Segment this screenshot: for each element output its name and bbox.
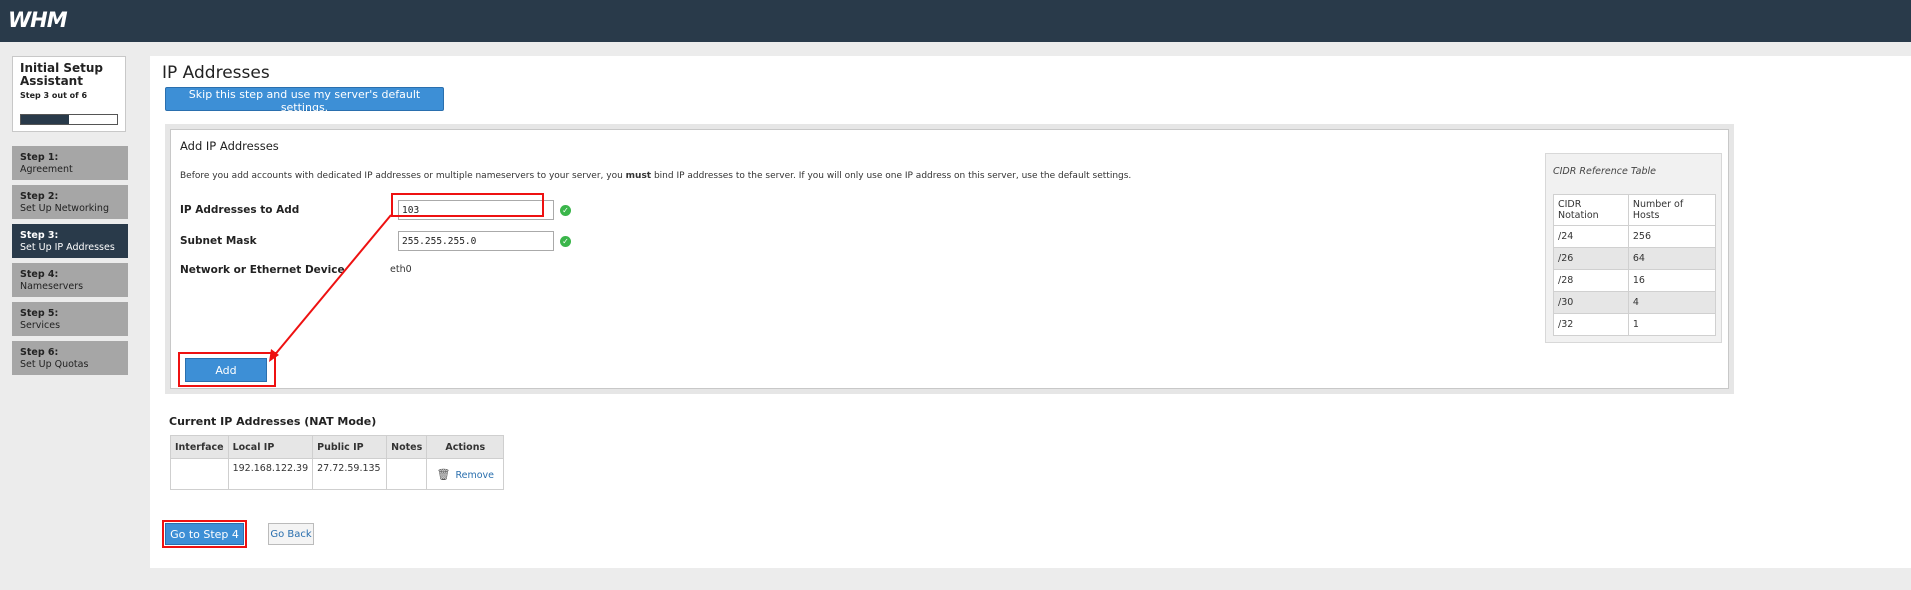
network-device-label: Network or Ethernet Device <box>180 264 345 276</box>
step-number: Step 5: <box>20 308 59 319</box>
add-ip-description: Before you add accounts with dedicated I… <box>180 171 1131 181</box>
cell-interface <box>170 458 229 490</box>
current-ip-table: Interface Local IP Public IP Notes Actio… <box>170 435 505 490</box>
current-ip-title: Current IP Addresses (NAT Mode) <box>169 415 377 428</box>
header-local-ip: Local IP <box>227 435 314 459</box>
network-device-value: eth0 <box>390 264 412 275</box>
go-to-step-4-button[interactable]: Go to Step 4 <box>165 523 244 545</box>
table-row: /28 16 <box>1553 269 1717 292</box>
cidr-hosts: 4 <box>1627 291 1717 314</box>
step-number: Step 2: <box>20 191 59 202</box>
trash-icon: 🗑 <box>436 467 451 481</box>
table-row: /24 256 <box>1553 225 1717 248</box>
step-number: Step 6: <box>20 347 59 358</box>
step-label: Nameservers <box>20 281 84 292</box>
header-notes: Notes <box>386 435 428 459</box>
sidebar-step-2[interactable]: Step 2: Set Up Networking <box>12 185 128 219</box>
page-title: IP Addresses <box>162 63 270 83</box>
cidr-hosts: 256 <box>1627 225 1717 248</box>
cidr-notation: /28 <box>1553 269 1629 292</box>
cidr-reference-table: CIDR Reference Table CIDR Notation Numbe… <box>1545 153 1722 343</box>
step-number: Step 3: <box>20 230 59 241</box>
annotation-arrow <box>269 214 392 362</box>
wizard-progress-fill <box>21 115 69 124</box>
ip-addresses-input[interactable] <box>398 200 554 220</box>
step-label: Set Up IP Addresses <box>20 242 115 253</box>
step-label: Set Up Networking <box>20 203 109 214</box>
cell-actions: 🗑 Remove <box>426 458 505 490</box>
go-back-button[interactable]: Go Back <box>268 523 314 545</box>
top-bar: WHM <box>0 0 1911 42</box>
sidebar-step-1[interactable]: Step 1: Agreement <box>12 146 128 180</box>
header-public-ip: Public IP <box>312 435 388 459</box>
cidr-header-hosts: Number of Hosts <box>1627 194 1717 226</box>
add-ip-panel-title: Add IP Addresses <box>180 139 279 153</box>
desc-text-after: bind IP addresses to the server. If you … <box>651 171 1132 181</box>
cidr-notation: /30 <box>1553 291 1629 314</box>
remove-label: Remove <box>455 469 495 481</box>
remove-link[interactable]: 🗑 Remove <box>436 467 495 481</box>
cidr-notation: /26 <box>1553 247 1629 270</box>
desc-text-bold: must <box>625 171 652 181</box>
wizard-title: Initial Setup Assistant <box>20 61 104 88</box>
cidr-hosts: 1 <box>1627 313 1717 336</box>
ip-table-header-row: Interface Local IP Public IP Notes Actio… <box>170 435 505 459</box>
sidebar-step-4[interactable]: Step 4: Nameservers <box>12 263 128 297</box>
desc-text-before: Before you add accounts with dedicated I… <box>180 171 626 181</box>
table-row: /26 64 <box>1553 247 1717 270</box>
step-number: Step 1: <box>20 152 59 163</box>
step-label: Services <box>20 320 61 331</box>
sidebar-step-3[interactable]: Step 3: Set Up IP Addresses <box>12 224 128 258</box>
add-ip-panel-inner: Add IP Addresses Before you add accounts… <box>170 129 1729 389</box>
cidr-hosts: 64 <box>1627 247 1717 270</box>
table-row: /30 4 <box>1553 291 1717 314</box>
sidebar-step-6[interactable]: Step 6: Set Up Quotas <box>12 341 128 375</box>
ip-valid-check-icon: ✓ <box>560 205 571 216</box>
whm-logo[interactable]: WHM <box>8 8 68 32</box>
wizard-progress-bar <box>20 114 118 125</box>
subnet-mask-input[interactable] <box>398 231 554 251</box>
cidr-table: CIDR Notation Number of Hosts /24 256 /26… <box>1553 194 1717 336</box>
table-row: 192.168.122.39 27.72.59.135 🗑 Remove <box>170 458 505 490</box>
main-content: IP Addresses Skip this step and use my s… <box>150 56 1911 568</box>
cidr-header-notation: CIDR Notation <box>1553 194 1629 226</box>
sidebar-step-5[interactable]: Step 5: Services <box>12 302 128 336</box>
cell-local-ip: 192.168.122.39 <box>227 458 314 490</box>
skip-step-button[interactable]: Skip this step and use my server's defau… <box>165 87 444 114</box>
add-ip-panel: Add IP Addresses Before you add accounts… <box>165 124 1734 394</box>
step-number: Step 4: <box>20 269 59 280</box>
table-row: /32 1 <box>1553 313 1717 336</box>
header-actions: Actions <box>426 435 505 459</box>
cidr-notation: /24 <box>1553 225 1629 248</box>
cidr-hosts: 16 <box>1627 269 1717 292</box>
cidr-notation: /32 <box>1553 313 1629 336</box>
wizard-status-box: Initial Setup Assistant Step 3 out of 6 <box>12 56 126 132</box>
cell-public-ip: 27.72.59.135 <box>312 458 388 490</box>
ip-addresses-label: IP Addresses to Add <box>180 204 300 216</box>
step-label: Set Up Quotas <box>20 359 89 370</box>
cidr-header-row: CIDR Notation Number of Hosts <box>1553 194 1717 226</box>
header-interface: Interface <box>170 435 229 459</box>
cidr-table-title: CIDR Reference Table <box>1553 166 1657 177</box>
step-label: Agreement <box>20 164 73 175</box>
add-button[interactable]: Add <box>185 358 267 382</box>
cell-notes <box>386 458 428 490</box>
subnet-valid-check-icon: ✓ <box>560 236 571 247</box>
wizard-step-status: Step 3 out of 6 <box>20 91 88 100</box>
subnet-mask-label: Subnet Mask <box>180 235 257 247</box>
